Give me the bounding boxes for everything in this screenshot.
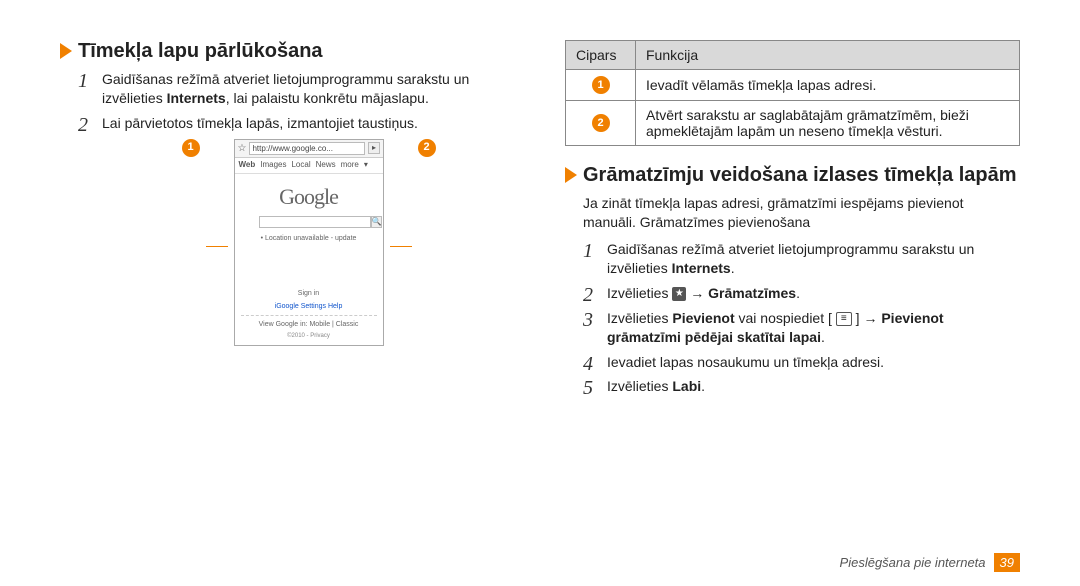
google-search-button: 🔍 [371,216,383,228]
heading-bookmarks: Grāmatzīmju veidošana izlases tīmekļa la… [583,164,1017,186]
right-step-5: Izvēlieties Labi. [583,377,1020,396]
table-row: 1 Ievadīt vēlamās tīmekļa lapas adresi. [566,70,1020,101]
bookmark-star-icon: ☆ [238,142,247,156]
phone-callout: 1 ☆ ▸ Web Images Local News [102,139,515,346]
location-text: • Location unavailable - update [241,234,377,243]
table-row: 2 Atvērt sarakstu ar saglabātajām grāmat… [566,101,1020,146]
callout-badge-2: 2 [418,139,436,157]
right-step-3: Izvēlieties Pievienot vai nospiediet [ ≡… [583,309,1020,347]
heading-browsing: Tīmekļa lapu pārlūkošana [78,40,323,62]
google-logo: Google [241,182,377,212]
menu-key-icon: ≡ [836,312,852,326]
go-button: ▸ [368,142,379,154]
phone-tabs: Web Images Local News more ▾ [235,158,383,174]
right-step-2: Izvēlieties ★ → Grāmatzīmes. [583,284,1020,303]
section-heading-left: Tīmekļa lapu pārlūkošana [60,40,515,62]
google-footer-links: iGoogle Settings Help [241,302,377,311]
signin-link: Sign in [241,289,377,298]
page-number: 39 [994,553,1020,572]
row-desc-1: Ievadīt vēlamās tīmekļa lapas adresi. [636,70,1020,101]
row-badge-1: 1 [592,76,610,94]
th-funkcija: Funkcija [636,41,1020,70]
row-desc-2: Atvērt sarakstu ar saglabātajām grāmatzī… [636,101,1020,146]
phone-mock: ☆ ▸ Web Images Local News more ▾ [234,139,384,346]
left-step-2: Lai pārvietotos tīmekļa lapās, izmantoji… [78,114,515,346]
right-step-4: Ievadiet lapas nosaukumu un tīmekļa adre… [583,353,1020,372]
callout-badge-1: 1 [182,139,200,157]
chevron-right-icon [60,43,72,59]
bookmarks-intro: Ja zināt tīmekļa lapas adresi, grāmatzīm… [583,194,1020,232]
right-step-1: Gaidīšanas režīmā atveriet lietojumprogr… [583,240,1020,278]
chevron-right-icon [565,167,577,183]
row-badge-2: 2 [592,114,610,132]
page-footer: Pieslēgšana pie interneta 39 [840,553,1020,572]
bookmark-star-icon: ★ [672,287,686,301]
left-step-1: Gaidīšanas režīmā atveriet lietojumprogr… [78,70,515,108]
section-heading-right: Grāmatzīmju veidošana izlases tīmekļa la… [565,164,1020,186]
google-search-input [259,216,371,228]
left-steps: Gaidīšanas režīmā atveriet lietojumprogr… [78,70,515,346]
mobile-view-text: View Google in: Mobile | Classic [241,320,377,329]
right-steps: Gaidīšanas režīmā atveriet lietojumprogr… [583,240,1020,396]
copyright-text: ©2010 - Privacy [241,332,377,340]
footer-section: Pieslēgšana pie interneta [840,555,986,570]
address-bar: ☆ ▸ [235,140,383,159]
url-input [249,142,365,155]
function-table: Cipars Funkcija 1 Ievadīt vēlamās tīmekļ… [565,40,1020,146]
th-cipars: Cipars [566,41,636,70]
